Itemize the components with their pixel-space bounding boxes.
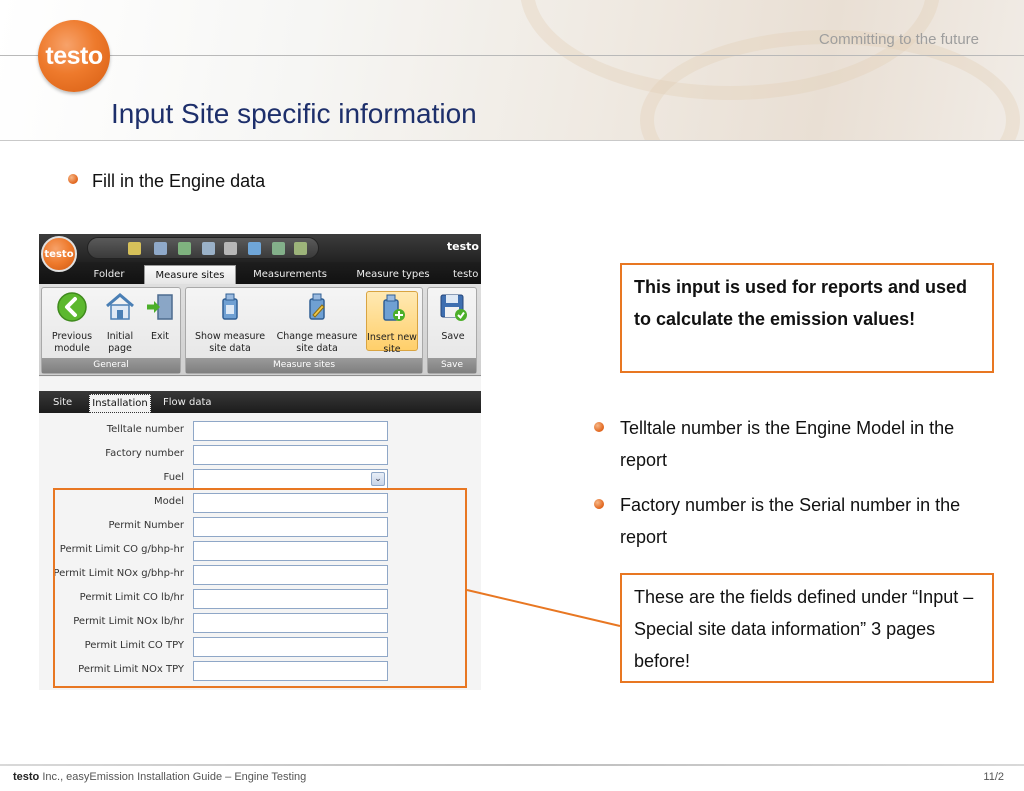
bullet-telltale-number: Telltale number is the Engine Model in t… [620,418,955,470]
footer-text: testo Inc., easyEmission Installation Gu… [13,771,306,783]
show-measure-site-data-label: Show measure site data [194,331,266,354]
ribbon-group-label: Save [428,358,476,373]
callout-special-fields: These are the fields defined under “Inpu… [620,573,994,683]
previous-module-label: Previous module [51,331,93,354]
ribbon-tabs: Folder Measure sites Measurements Measur… [39,262,481,284]
bullet-fill-engine-data: Fill in the Engine data [92,171,266,191]
chevron-down-icon[interactable]: ⌄ [371,472,385,486]
telltale-number-input[interactable] [193,421,388,441]
qat-transfer-icon[interactable] [224,242,237,255]
connector-line [466,589,621,627]
form-tab-flow-data[interactable]: Flow data [163,394,212,413]
qat-folder-icon[interactable] [128,242,141,255]
tab-measure-sites[interactable]: Measure sites [144,265,236,284]
footer-rule [0,764,1024,766]
special-fields-highlight [53,488,467,688]
save-label: Save [441,331,465,342]
tab-testo[interactable]: testo [453,265,481,284]
qat-device-icon[interactable] [202,242,215,255]
tab-folder[interactable]: Folder [83,265,135,284]
ribbon: Previous module Initial page Exit Genera… [39,284,481,376]
site-add-icon [383,294,405,321]
footer-caption: Inc., easyEmission Installation Guide – … [39,771,307,783]
footer-brand: testo [13,771,40,783]
form-tab-site[interactable]: Site [53,394,72,413]
change-measure-site-data-label: Change measure site data [276,331,358,354]
ribbon-group-measure-sites: Show measure site data Change measure si… [185,287,423,374]
logo-text: testo [45,41,103,70]
field-label: Telltale number [106,424,184,435]
qat-site-icon[interactable] [178,242,191,255]
bullet-dot-icon [594,422,604,432]
insert-new-site-label: Insert new site [367,332,417,355]
initial-page-label: Initial page [106,331,134,354]
exit-door-icon [147,294,173,320]
slide-header: testo Committing to the future Input Sit… [0,0,1024,141]
field-row-telltale-number: Telltale number [39,419,481,443]
ribbon-group-label: Measure sites [186,358,422,373]
initial-page-button[interactable]: Initial page [100,291,140,355]
app-logo[interactable]: testo [41,236,77,272]
app-logo-text: testo [44,248,74,260]
exit-label: Exit [151,331,169,342]
change-measure-site-data-button[interactable]: Change measure site data [274,291,360,355]
exit-button[interactable]: Exit [142,291,178,343]
qat-import-icon[interactable] [272,242,285,255]
factory-number-input[interactable] [193,445,388,465]
header-rule [0,55,1024,56]
field-label: Factory number [105,448,184,459]
qat-camera-icon[interactable] [248,242,261,255]
quick-access-toolbar [87,237,319,259]
page-title: Input Site specific information [111,98,477,129]
site-edit-icon [309,293,325,320]
tab-measure-types[interactable]: Measure types [347,265,439,284]
tagline: Committing to the future [818,31,979,48]
previous-module-button[interactable]: Previous module [46,291,98,355]
field-row-factory-number: Factory number [39,443,481,467]
insert-new-site-button[interactable]: Insert new site [366,291,418,355]
callout-emission-note: This input is used for reports and used … [620,263,994,373]
qat-export-icon[interactable] [294,242,307,255]
qat-measure-icon[interactable] [154,242,167,255]
fuel-select[interactable]: ⌄ [193,469,388,489]
form-tabs: Site Installation Flow data [39,391,481,413]
arrow-left-icon [57,292,87,322]
ribbon-group-save: Save Save [427,287,477,374]
bullet-dot-icon [594,499,604,509]
field-label: Fuel [163,472,184,483]
show-measure-site-data-button[interactable]: Show measure site data [190,291,270,355]
ribbon-group-general: Previous module Initial page Exit Genera… [41,287,181,374]
app-screenshot: testo testo Folder Measure sites Measure… [39,234,481,690]
bullet-dot-icon [68,174,78,184]
app-brand: testo [446,240,479,253]
form-tab-installation[interactable]: Installation [89,394,151,413]
ribbon-group-label: General [42,358,180,373]
floppy-save-icon [440,294,467,321]
testo-logo: testo [38,20,110,92]
site-device-icon [222,293,238,320]
page-number: 11/2 [983,771,1004,783]
home-icon [106,293,134,320]
save-button[interactable]: Save [434,291,472,343]
tab-measurements[interactable]: Measurements [247,265,333,284]
bullet-factory-number: Factory number is the Serial number in t… [620,495,961,547]
